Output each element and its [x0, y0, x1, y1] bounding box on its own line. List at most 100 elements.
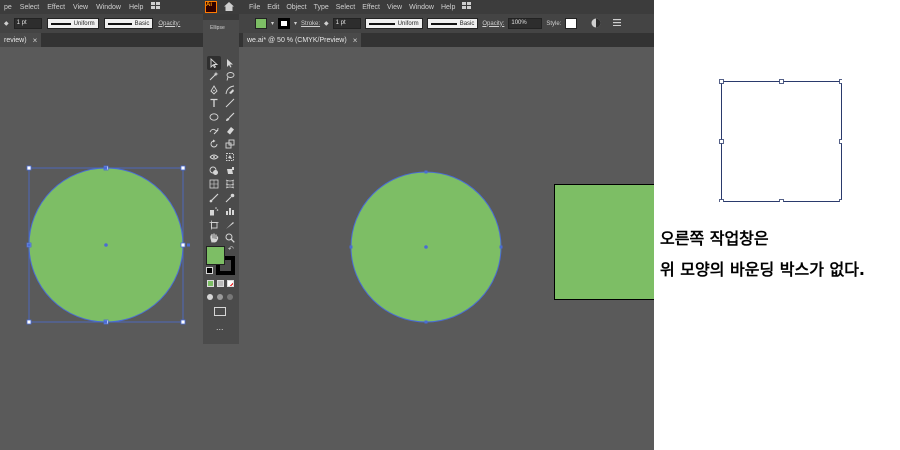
chevron-down-icon[interactable]: ▾	[271, 20, 274, 27]
perspective-grid-tool-icon[interactable]	[207, 178, 221, 192]
menu-icon[interactable]	[613, 19, 622, 28]
gradient-tool-icon[interactable]	[207, 191, 221, 205]
right-document-tab[interactable]: we.ai* @ 50 % (CMYK/Preview) ×	[243, 33, 362, 47]
brush-label: Basic	[134, 20, 150, 27]
menu-help[interactable]: Help	[129, 4, 143, 11]
menu-effect[interactable]: Effect	[47, 4, 65, 11]
menu-object[interactable]: Object	[286, 4, 306, 11]
stroke-label[interactable]: Stroke:	[301, 21, 320, 27]
color-icon[interactable]	[207, 280, 214, 287]
menu-type[interactable]: Type	[314, 4, 329, 11]
stroke-profile-select[interactable]: Uniform	[364, 18, 423, 29]
right-document-tab-label: we.ai* @ 50 % (CMYK/Preview)	[247, 36, 347, 44]
style-label: Style:	[546, 20, 562, 27]
selection-tool-icon[interactable]	[207, 56, 221, 70]
screen-mode-icon[interactable]	[214, 307, 226, 316]
chevron-down-icon[interactable]: ▾	[294, 20, 297, 27]
left-document-tab-bar: review) ×	[0, 33, 201, 47]
stroke-profile-label: Uniform	[73, 20, 95, 27]
left-document-tab[interactable]: review) ×	[0, 33, 42, 47]
width-tool-icon[interactable]	[207, 151, 221, 165]
scale-tool-icon[interactable]	[223, 137, 237, 151]
tools-panel-label: Ellipse	[210, 25, 225, 31]
pen-tool-icon[interactable]	[207, 83, 221, 97]
direct-selection-tool-icon[interactable]	[223, 56, 237, 70]
eraser-tool-icon[interactable]	[223, 124, 237, 138]
brush-label: Basic	[459, 20, 475, 27]
draw-behind-icon[interactable]	[217, 294, 223, 300]
brush-definition-select[interactable]: Basic	[103, 18, 154, 29]
stroke-stepper-icon[interactable]: ◆	[324, 20, 329, 27]
center-point	[104, 243, 108, 247]
close-icon[interactable]: ×	[353, 36, 358, 45]
gradient-icon[interactable]	[217, 280, 224, 287]
fill-swatch[interactable]	[206, 246, 225, 265]
free-transform-tool-icon[interactable]	[223, 151, 237, 165]
menu-view[interactable]: View	[73, 4, 88, 11]
menu-type[interactable]: pe	[4, 4, 12, 11]
stroke-stepper-icon[interactable]: ◆	[4, 20, 9, 27]
color-mode-row	[207, 280, 234, 287]
left-document-tab-label: review)	[4, 36, 27, 44]
menu-edit[interactable]: Edit	[267, 4, 279, 11]
ellipse-tool-icon[interactable]	[207, 110, 221, 124]
swap-fill-stroke-icon[interactable]: ↶	[228, 245, 234, 253]
menu-help[interactable]: Help	[441, 4, 455, 11]
draw-inside-icon[interactable]	[227, 294, 233, 300]
menu-file[interactable]: File	[249, 4, 260, 11]
brush-definition-select[interactable]: Basic	[426, 18, 479, 29]
live-paint-tool-icon[interactable]	[223, 164, 237, 178]
menu-select[interactable]: Select	[336, 4, 355, 11]
stroke-weight-field[interactable]: 1 pt	[13, 18, 42, 29]
magic-wand-tool-icon[interactable]	[207, 70, 221, 84]
draw-normal-icon[interactable]	[207, 294, 213, 300]
center-point	[424, 245, 428, 249]
green-rectangle[interactable]	[554, 184, 655, 300]
example-bounding-box	[721, 81, 842, 202]
curvature-tool-icon[interactable]	[223, 83, 237, 97]
tools-grid	[207, 56, 237, 245]
shape-builder-tool-icon[interactable]	[207, 164, 221, 178]
shaper-tool-icon[interactable]	[207, 124, 221, 138]
workspace-switcher-icon[interactable]	[151, 2, 161, 12]
example-handles	[719, 79, 842, 202]
lasso-tool-icon[interactable]	[223, 70, 237, 84]
right-illustrator-window: Ai File Edit Object Type Select Effect V…	[201, 0, 654, 450]
artboard-tool-icon[interactable]	[207, 218, 221, 232]
recolor-artwork-icon[interactable]	[591, 18, 601, 30]
menu-effect[interactable]: Effect	[362, 4, 380, 11]
zoom-tool-icon[interactable]	[223, 232, 237, 246]
rotate-tool-icon[interactable]	[207, 137, 221, 151]
mesh-tool-icon[interactable]	[223, 178, 237, 192]
graphic-style-swatch[interactable]	[565, 18, 578, 29]
left-illustrator-window: pe Select Effect View Window Help ◆ 1 pt…	[0, 0, 201, 450]
symbol-sprayer-tool-icon[interactable]	[207, 205, 221, 219]
explanation-line-2: 위 모양의 바운딩 박스가 없다.	[660, 260, 865, 279]
type-tool-icon[interactable]	[207, 97, 221, 111]
opacity-field[interactable]: 100%	[508, 18, 543, 29]
opacity-label[interactable]: Opacity:	[158, 21, 180, 27]
stroke-weight-field[interactable]: 1 pt	[332, 18, 361, 29]
stroke-color-swatch[interactable]	[278, 18, 291, 29]
menu-window[interactable]: Window	[409, 4, 434, 11]
menu-select[interactable]: Select	[20, 4, 39, 11]
fill-color-swatch[interactable]	[255, 18, 267, 29]
slice-tool-icon[interactable]	[223, 218, 237, 232]
opacity-label[interactable]: Opacity:	[482, 21, 504, 27]
draw-mode-row	[207, 294, 233, 300]
tools-panel: Ellipse ↶ ...	[203, 14, 239, 344]
menu-window[interactable]: Window	[96, 4, 121, 11]
more-tools-icon[interactable]: ...	[216, 322, 224, 332]
line-segment-tool-icon[interactable]	[223, 97, 237, 111]
default-fill-stroke-icon[interactable]	[206, 267, 213, 274]
workspace-switcher-icon[interactable]	[462, 2, 472, 12]
paintbrush-tool-icon[interactable]	[223, 110, 237, 124]
none-icon[interactable]	[227, 280, 234, 287]
stroke-profile-select[interactable]: Uniform	[46, 18, 99, 29]
column-graph-tool-icon[interactable]	[223, 205, 237, 219]
eyedropper-tool-icon[interactable]	[223, 191, 237, 205]
tools-panel-grip[interactable]	[203, 14, 239, 20]
hand-tool-icon[interactable]	[207, 232, 221, 246]
close-icon[interactable]: ×	[33, 36, 38, 45]
menu-view[interactable]: View	[387, 4, 402, 11]
